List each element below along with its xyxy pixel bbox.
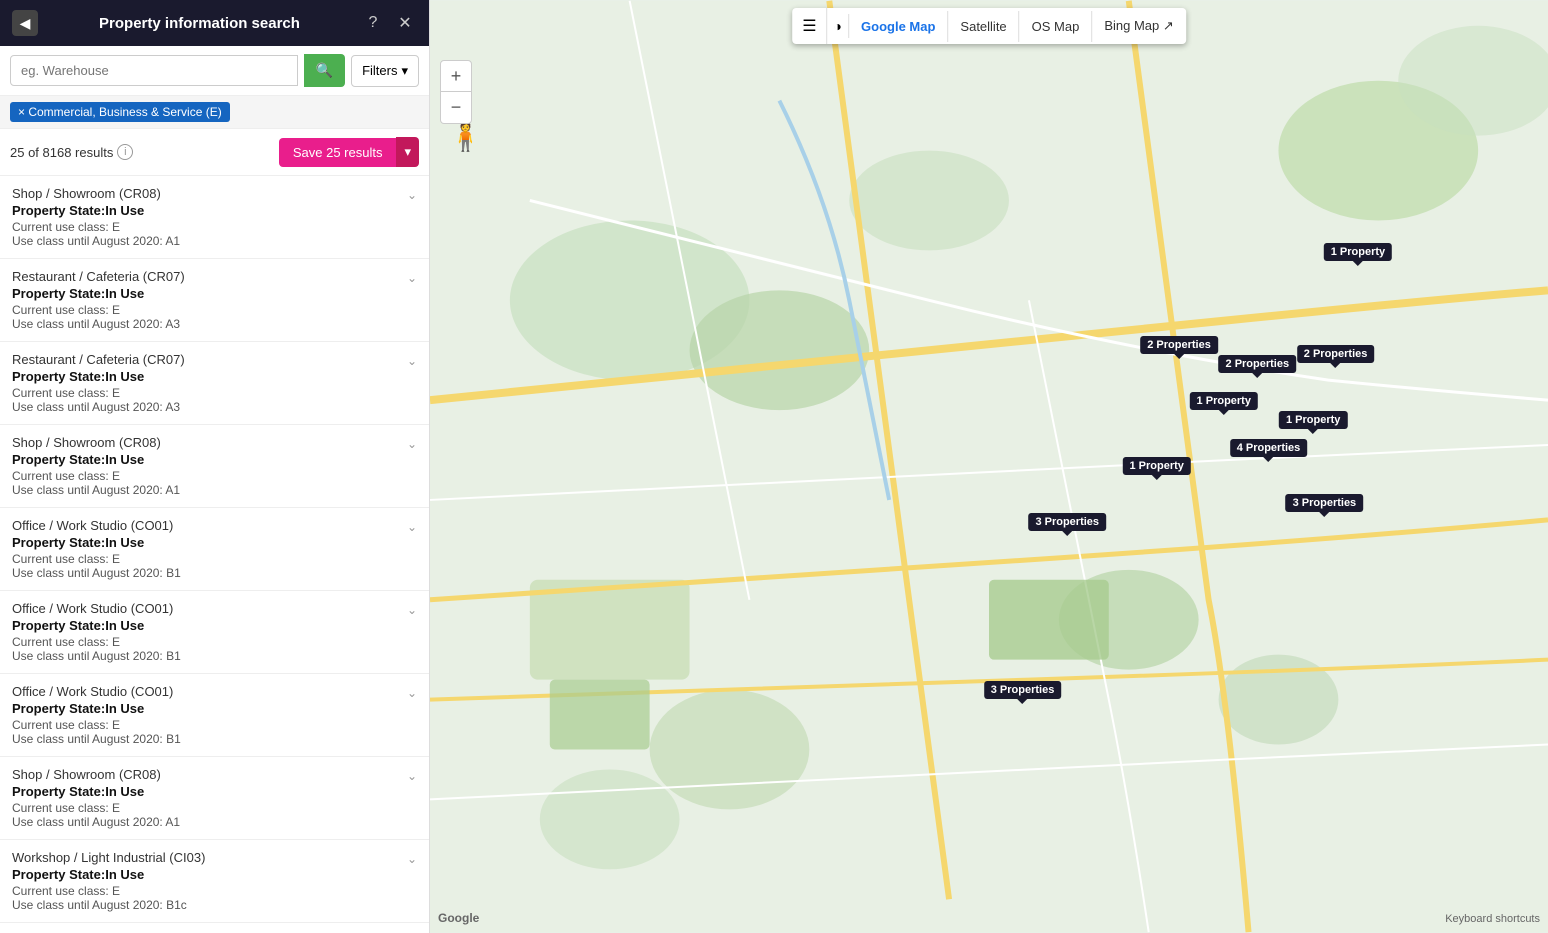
- result-class-until: Use class until August 2020: B1: [12, 649, 417, 663]
- result-type: Restaurant / Cafeteria (CR07): [12, 352, 417, 367]
- search-input[interactable]: [10, 55, 298, 86]
- back-button[interactable]: ◀: [12, 10, 38, 36]
- result-state: Property State:In Use: [12, 286, 417, 301]
- result-class: Current use class: E: [12, 801, 417, 815]
- keyboard-shortcuts: Keyboard shortcuts: [1445, 913, 1540, 925]
- info-icon[interactable]: i: [117, 144, 133, 160]
- left-panel: ◀ Property information search ? ✕ 🔍 Filt…: [0, 0, 430, 933]
- help-button[interactable]: ?: [361, 11, 385, 35]
- result-state: Property State:In Use: [12, 452, 417, 467]
- map-tab-google[interactable]: Google Map: [849, 11, 948, 42]
- result-state: Property State:In Use: [12, 701, 417, 716]
- search-bar: 🔍 Filters ▾: [0, 46, 429, 96]
- map-tab-os[interactable]: OS Map: [1020, 11, 1093, 42]
- result-class-until: Use class until August 2020: B1: [12, 732, 417, 746]
- result-class-until: Use class until August 2020: A1: [12, 483, 417, 497]
- results-list: Shop / Showroom (CR08) Property State:In…: [0, 176, 429, 933]
- result-class-until: Use class until August 2020: B1: [12, 566, 417, 580]
- map-menu-button[interactable]: ☰: [792, 8, 827, 44]
- chevron-down-icon: ▾: [401, 63, 408, 79]
- result-type: Office / Work Studio (CO01): [12, 684, 417, 699]
- chevron-right-icon: ⌄: [407, 437, 417, 451]
- results-count-text: 25 of 8168 results: [10, 145, 113, 160]
- result-item[interactable]: Shop / Showroom (CR08) Property State:In…: [0, 425, 429, 508]
- filter-tag-label: × Commercial, Business & Service (E): [18, 105, 222, 119]
- chevron-right-icon: ⌄: [407, 769, 417, 783]
- map-tab-bing[interactable]: Bing Map ↗: [1092, 10, 1185, 42]
- result-type: Shop / Showroom (CR08): [12, 435, 417, 450]
- search-button[interactable]: 🔍: [304, 54, 345, 87]
- result-item[interactable]: Shop / Showroom (CR08) Property State:In…: [0, 757, 429, 840]
- result-class: Current use class: E: [12, 386, 417, 400]
- result-class-until: Use class until August 2020: A3: [12, 400, 417, 414]
- result-state: Property State:In Use: [12, 618, 417, 633]
- panel-title: Property information search: [46, 15, 353, 32]
- chevron-right-icon: ⌄: [407, 686, 417, 700]
- result-class: Current use class: E: [12, 718, 417, 732]
- save-dropdown-button[interactable]: ▾: [396, 137, 419, 167]
- chevron-right-icon: ⌄: [407, 188, 417, 202]
- chevron-right-icon: ⌄: [407, 520, 417, 534]
- google-logo: Google: [438, 911, 479, 925]
- results-bar: 25 of 8168 results i Save 25 results ▾: [0, 129, 429, 176]
- map-background: [430, 0, 1548, 933]
- result-class: Current use class: E: [12, 635, 417, 649]
- result-item[interactable]: Office / Work Studio (CO01) Property Sta…: [0, 508, 429, 591]
- result-state: Property State:In Use: [12, 784, 417, 799]
- result-item[interactable]: Restaurant / Cafeteria (CR07) Property S…: [0, 259, 429, 342]
- results-count: 25 of 8168 results i: [10, 144, 133, 160]
- result-item[interactable]: Office / Work Studio (CO01) Property Sta…: [0, 591, 429, 674]
- result-item[interactable]: Office / Work Studio (CO01) Property Sta…: [0, 923, 429, 933]
- save-results-button[interactable]: Save 25 results: [279, 138, 397, 167]
- search-icon: 🔍: [316, 62, 333, 78]
- result-item[interactable]: Restaurant / Cafeteria (CR07) Property S…: [0, 342, 429, 425]
- result-item[interactable]: Office / Work Studio (CO01) Property Sta…: [0, 674, 429, 757]
- result-state: Property State:In Use: [12, 203, 417, 218]
- result-item[interactable]: Shop / Showroom (CR08) Property State:In…: [0, 176, 429, 259]
- map-tab-satellite[interactable]: Satellite: [948, 11, 1019, 42]
- chevron-right-icon: ⌄: [407, 271, 417, 285]
- result-type: Restaurant / Cafeteria (CR07): [12, 269, 417, 284]
- result-class-until: Use class until August 2020: A3: [12, 317, 417, 331]
- result-class-until: Use class until August 2020: A1: [12, 234, 417, 248]
- filters-label: Filters: [362, 63, 397, 78]
- chevron-right-icon: ⌄: [407, 603, 417, 617]
- result-state: Property State:In Use: [12, 535, 417, 550]
- map-toggle-button[interactable]: ◑: [828, 14, 849, 38]
- zoom-in-button[interactable]: +: [440, 60, 472, 92]
- result-type: Office / Work Studio (CO01): [12, 601, 417, 616]
- street-view-person-icon[interactable]: 🧍: [448, 120, 483, 153]
- save-button-group: Save 25 results ▾: [279, 137, 419, 167]
- result-type: Workshop / Light Industrial (CI03): [12, 850, 417, 865]
- chevron-right-icon: ⌄: [407, 852, 417, 866]
- filters-button[interactable]: Filters ▾: [351, 55, 419, 87]
- result-type: Shop / Showroom (CR08): [12, 767, 417, 782]
- chevron-right-icon: ⌄: [407, 354, 417, 368]
- result-class-until: Use class until August 2020: A1: [12, 815, 417, 829]
- result-class-until: Use class until August 2020: B1c: [12, 898, 417, 912]
- result-item[interactable]: Workshop / Light Industrial (CI03) Prope…: [0, 840, 429, 923]
- close-button[interactable]: ✕: [393, 11, 417, 35]
- result-type: Office / Work Studio (CO01): [12, 518, 417, 533]
- zoom-out-button[interactable]: −: [440, 92, 472, 124]
- result-state: Property State:In Use: [12, 867, 417, 882]
- result-state: Property State:In Use: [12, 369, 417, 384]
- map-container: ☰ ◑ Google Map Satellite OS Map Bing Map…: [430, 0, 1548, 933]
- filter-tags-bar: × Commercial, Business & Service (E): [0, 96, 429, 129]
- result-class: Current use class: E: [12, 552, 417, 566]
- zoom-controls: + −: [440, 60, 472, 124]
- result-class: Current use class: E: [12, 469, 417, 483]
- result-class: Current use class: E: [12, 220, 417, 234]
- result-type: Shop / Showroom (CR08): [12, 186, 417, 201]
- active-filter-tag[interactable]: × Commercial, Business & Service (E): [10, 102, 230, 122]
- result-class: Current use class: E: [12, 303, 417, 317]
- panel-header: ◀ Property information search ? ✕: [0, 0, 429, 46]
- result-class: Current use class: E: [12, 884, 417, 898]
- map-toolbar: ☰ ◑ Google Map Satellite OS Map Bing Map…: [792, 8, 1186, 44]
